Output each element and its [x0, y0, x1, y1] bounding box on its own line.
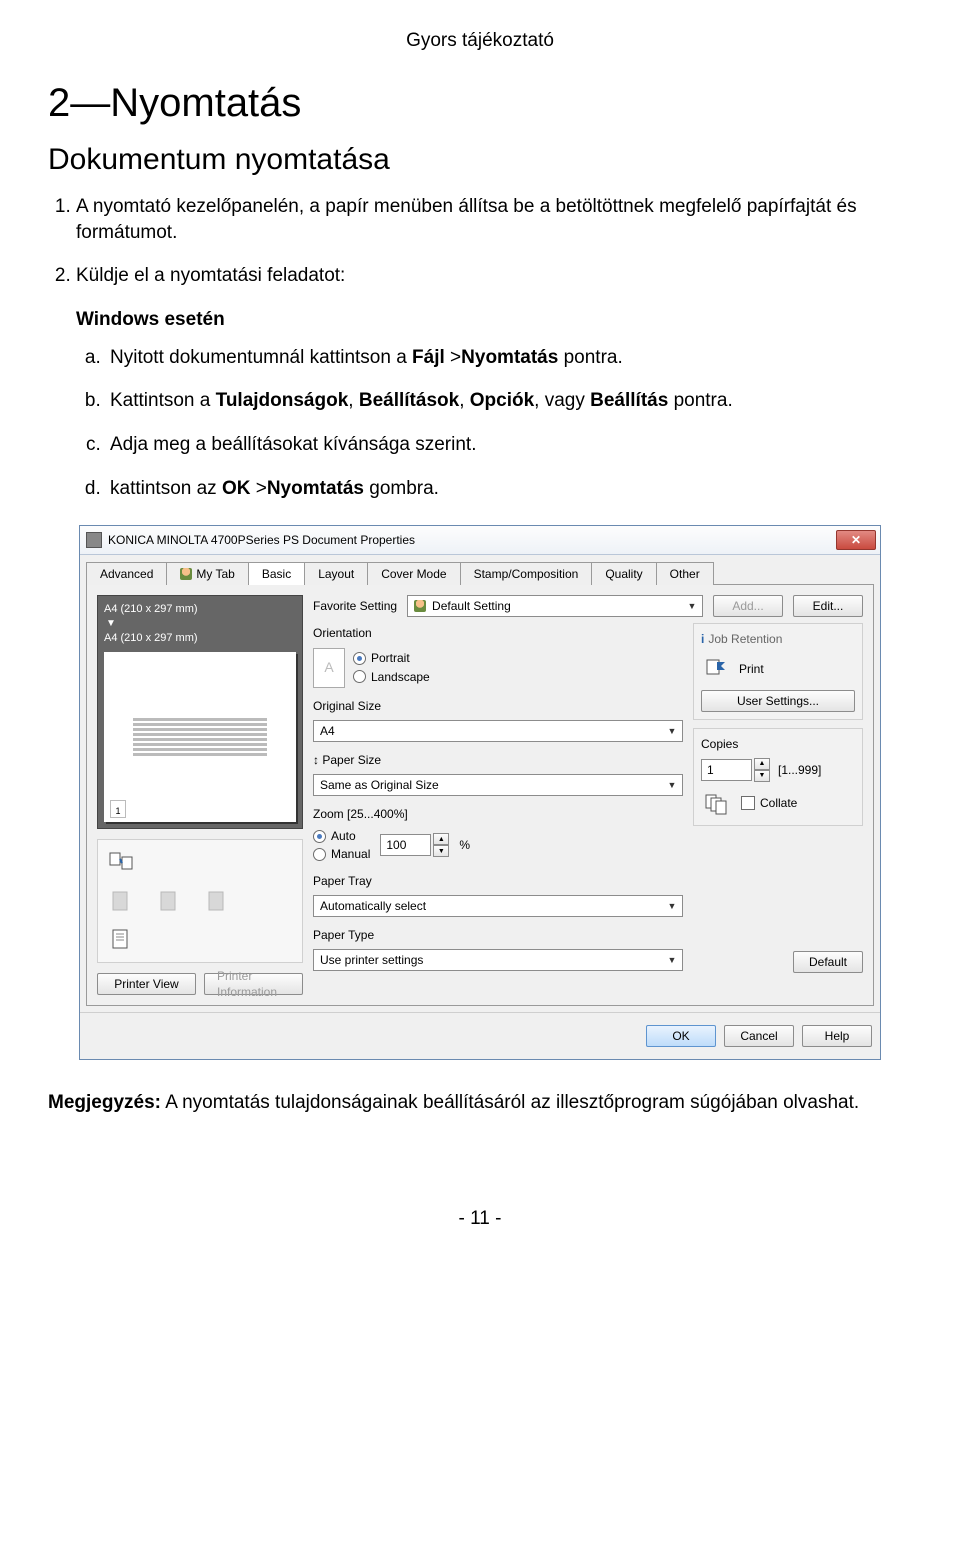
add-button: Add... [713, 595, 783, 617]
portrait-radio[interactable]: Portrait [353, 650, 430, 666]
help-button[interactable]: Help [802, 1025, 872, 1047]
printer-info-button: Printer Information [204, 973, 303, 995]
step-2: Küldje el a nyomtatási feladatot: [76, 263, 912, 289]
tab-advanced[interactable]: Advanced [86, 562, 167, 585]
step-d: kattintson az OK >Nyomtatás gombra. [106, 476, 912, 502]
tab-stamp-composition[interactable]: Stamp/Composition [460, 562, 593, 585]
zoom-label: Zoom [25...400%] [313, 806, 683, 822]
favorite-setting-combo[interactable]: Default Setting ▼ [407, 595, 703, 617]
preview-scale: x1 [284, 810, 296, 825]
tab-cover-mode[interactable]: Cover Mode [367, 562, 460, 585]
user-settings-button[interactable]: User Settings... [701, 690, 855, 712]
printer-view-button[interactable]: Printer View [97, 973, 196, 995]
chevron-down-icon: ▼ [666, 954, 678, 966]
close-button[interactable]: ✕ [836, 530, 876, 550]
page-preview: A4 (210 x 297 mm) ▼ A4 (210 x 297 mm) 1 … [97, 595, 303, 829]
zoom-value-input[interactable]: 100 [380, 834, 431, 856]
tab-layout[interactable]: Layout [304, 562, 368, 585]
orientation-label: Orientation [313, 625, 683, 641]
spin-down-icon[interactable]: ▼ [433, 845, 449, 857]
cancel-button[interactable]: Cancel [724, 1025, 794, 1047]
page-number: - 11 - [48, 1206, 912, 1232]
step-1: A nyomtató kezelőpanelén, a papír menübe… [76, 194, 912, 245]
zoom-unit: % [459, 837, 470, 853]
preview-toolbar [97, 839, 303, 963]
collate-icon [701, 788, 731, 818]
default-button[interactable]: Default [793, 951, 863, 973]
preview-page-number: 1 [110, 800, 126, 818]
printer-icon [86, 532, 102, 548]
original-size-combo[interactable]: A4▼ [313, 720, 683, 742]
spin-up-icon[interactable]: ▲ [433, 833, 449, 845]
ok-button[interactable]: OK [646, 1025, 716, 1047]
original-size-label: Original Size [313, 698, 683, 714]
paper-type-label: Paper Type [313, 927, 683, 943]
step-c: Adja meg a beállításokat kívánsága szeri… [106, 432, 912, 458]
orientation-swatch: A [313, 648, 345, 688]
info-icon: i [701, 631, 704, 647]
dialog-title: KONICA MINOLTA 4700PSeries PS Document P… [108, 532, 415, 548]
landscape-radio[interactable]: Landscape [353, 669, 430, 685]
spin-down-icon[interactable]: ▼ [754, 770, 770, 782]
zoom-manual-radio[interactable]: Manual [313, 846, 370, 862]
zoom-auto-radio[interactable]: Auto [313, 828, 370, 844]
chevron-down-icon: ▼ [666, 725, 678, 737]
copies-input[interactable]: 1 [701, 759, 752, 781]
person-icon [180, 568, 192, 580]
option-icon-1 [106, 886, 136, 916]
tab-basic[interactable]: Basic [248, 562, 305, 585]
section-title: 2—Nyomtatás [48, 76, 912, 130]
chevron-down-icon: ▼ [686, 600, 698, 612]
copies-label: Copies [701, 736, 855, 752]
copies-range: [1...999] [778, 762, 821, 778]
tab-my-tab[interactable]: My Tab [166, 562, 248, 585]
tab-strip: Advanced My Tab Basic Layout Cover Mode … [80, 555, 880, 584]
layout-preview-icon[interactable] [106, 848, 136, 878]
print-job-icon [701, 654, 731, 684]
paper-type-combo[interactable]: Use printer settings▼ [313, 949, 683, 971]
favorite-setting-label: Favorite Setting [313, 598, 397, 614]
tab-quality[interactable]: Quality [591, 562, 656, 585]
note: Megjegyzés: A nyomtatás tulajdonságainak… [48, 1090, 912, 1116]
page-header: Gyors tájékoztató [48, 28, 912, 54]
subsection-title: Dokumentum nyomtatása [48, 140, 912, 181]
chevron-down-icon: ▼ [666, 900, 678, 912]
paper-size-combo[interactable]: Same as Original Size▼ [313, 774, 683, 796]
step-b: Kattintson a Tulajdonságok, Beállítások,… [106, 388, 912, 414]
job-retention-label: Job Retention [708, 631, 782, 647]
os-label: Windows esetén [76, 307, 912, 333]
option-icon-4[interactable] [106, 924, 136, 954]
spin-up-icon[interactable]: ▲ [754, 758, 770, 770]
tab-other[interactable]: Other [656, 562, 714, 585]
step-a: Nyitott dokumentumnál kattintson a Fájl … [106, 345, 912, 371]
option-icon-3 [202, 886, 232, 916]
job-retention-value: Print [739, 661, 764, 677]
option-icon-2 [154, 886, 184, 916]
paper-tray-label: Paper Tray [313, 873, 683, 889]
chevron-down-icon: ▼ [666, 779, 678, 791]
paper-size-label: ↕ Paper Size [313, 752, 683, 768]
paper-tray-combo[interactable]: Automatically select▼ [313, 895, 683, 917]
edit-button[interactable]: Edit... [793, 595, 863, 617]
collate-checkbox[interactable]: Collate [741, 795, 797, 811]
person-icon [414, 600, 426, 612]
print-properties-dialog: KONICA MINOLTA 4700PSeries PS Document P… [79, 525, 881, 1060]
